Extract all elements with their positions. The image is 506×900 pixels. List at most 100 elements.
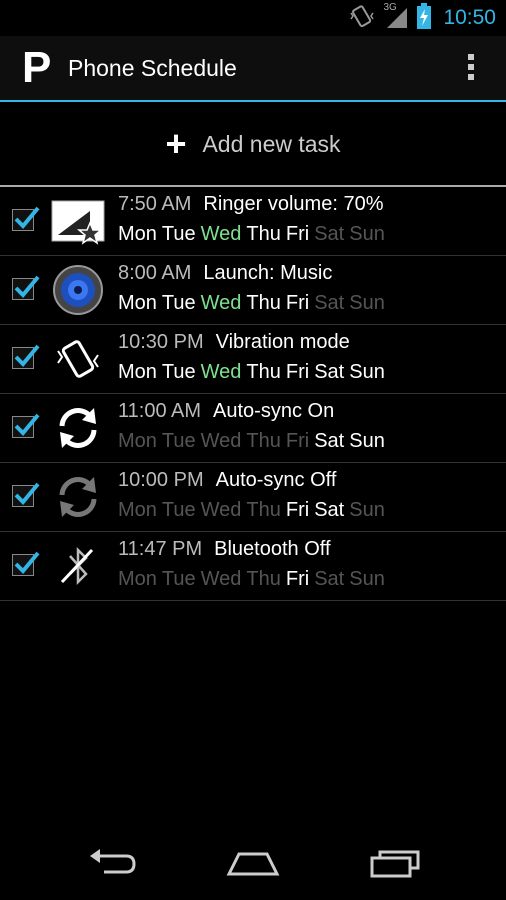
day-label: Sat — [314, 361, 345, 383]
day-label: Sat — [314, 223, 345, 245]
battery-icon — [417, 2, 432, 34]
day-label: Wed — [200, 223, 242, 245]
sync-off-icon — [50, 471, 106, 523]
task-time: 10:30 PM — [118, 331, 204, 353]
navigation-bar — [0, 830, 506, 900]
day-label: Tue — [161, 292, 196, 314]
day-label: Tue — [161, 499, 196, 521]
task-summary: 10:00 PM Auto-sync Off — [118, 469, 336, 492]
plus-icon: + — [165, 123, 187, 164]
task-days: Mon Tue Wed Thu Fri Sat Sun — [118, 568, 390, 591]
day-label: Fri — [285, 292, 310, 314]
recent-apps-icon[interactable] — [368, 848, 422, 883]
task-time: 8:00 AM — [118, 262, 192, 284]
day-label: Sat — [314, 568, 345, 590]
day-label: Wed — [200, 568, 242, 590]
task-row[interactable]: 10:00 PM Auto-sync Off Mon Tue Wed Thu Fri Sat S… — [0, 463, 506, 532]
day-label: Thu — [246, 568, 281, 590]
task-title: Bluetooth Off — [214, 538, 331, 560]
sync-on-icon — [50, 402, 106, 454]
day-label: Sun — [349, 223, 385, 245]
task-summary: 7:50 AM Ringer volume: 70% — [118, 193, 383, 216]
task-title: Auto-sync Off — [215, 469, 337, 491]
day-label: Fri — [285, 430, 310, 452]
day-label: Wed — [200, 499, 242, 521]
app-logo[interactable]: P — [22, 42, 51, 94]
task-title: Auto-sync On — [213, 400, 335, 422]
task-time: 11:47 PM — [118, 538, 203, 560]
day-label: Fri — [285, 361, 310, 383]
task-enabled-checkbox[interactable] — [12, 206, 40, 231]
vibrate-status-icon — [349, 4, 375, 33]
day-label: Tue — [161, 223, 196, 245]
app-title: Phone Schedule — [68, 55, 237, 81]
network-type: 3G — [383, 1, 397, 13]
task-days: Mon Tue Wed Thu Fri Sat Sun — [118, 361, 390, 384]
day-label: Thu — [246, 223, 281, 245]
task-row[interactable]: 7:50 AM Ringer volume: 70% Mon Tue Wed Thu Fri… — [0, 187, 506, 256]
day-label: Sun — [349, 568, 385, 590]
task-days: Mon Tue Wed Thu Fri Sat Sun — [118, 499, 390, 522]
task-time: 7:50 AM — [118, 193, 192, 215]
task-time: 11:00 AM — [118, 400, 202, 422]
add-task-button[interactable]: + Add new task — [0, 102, 506, 186]
task-time: 10:00 PM — [118, 469, 204, 491]
task-title: Ringer volume: 70% — [203, 193, 384, 215]
day-label: Thu — [246, 430, 281, 452]
task-row[interactable]: 11:47 PM Bluetooth Off Mon Tue Wed Thu Fri Sat S… — [0, 532, 506, 601]
day-label: Sun — [349, 292, 385, 314]
task-row[interactable]: 10:30 PM Vibration mode Mon Tue Wed Thu Fri Sat… — [0, 325, 506, 394]
day-label: Sun — [349, 499, 385, 521]
task-days: Mon Tue Wed Thu Fri Sat Sun — [118, 292, 390, 315]
task-summary: 8:00 AM Launch: Music — [118, 262, 332, 285]
day-label: Sat — [314, 292, 345, 314]
day-label: Fri — [285, 223, 310, 245]
day-label: Tue — [161, 568, 196, 590]
action-bar: P Phone Schedule — [0, 36, 506, 100]
task-summary: 11:00 AM Auto-sync On — [118, 400, 334, 423]
task-days: Mon Tue Wed Thu Fri Sat Sun — [118, 430, 390, 453]
day-label: Sat — [314, 499, 345, 521]
day-label: Fri — [285, 499, 310, 521]
task-enabled-checkbox[interactable] — [12, 413, 40, 438]
day-label: Mon — [118, 499, 157, 521]
status-bar: 3G 10:50 — [0, 0, 506, 36]
task-list: 7:50 AM Ringer volume: 70% Mon Tue Wed Thu Fri… — [0, 187, 506, 601]
day-label: Wed — [200, 361, 242, 383]
overflow-menu-icon[interactable] — [466, 54, 476, 84]
day-label: Mon — [118, 430, 157, 452]
day-label: Tue — [161, 361, 196, 383]
task-row[interactable]: 11:00 AM Auto-sync On Mon Tue Wed Thu Fri Sat Su… — [0, 394, 506, 463]
day-label: Mon — [118, 361, 157, 383]
back-icon[interactable] — [86, 848, 138, 883]
task-title: Launch: Music — [203, 262, 333, 284]
day-label: Thu — [246, 361, 281, 383]
clock: 10:50 — [443, 6, 496, 29]
signal-icon: 3G — [383, 1, 409, 33]
day-label: Tue — [161, 430, 196, 452]
status-icons: 3G 10:50 — [349, 0, 496, 36]
day-label: Wed — [200, 430, 242, 452]
day-label: Wed — [200, 292, 242, 314]
task-summary: 10:30 PM Vibration mode — [118, 331, 350, 354]
add-task-label: Add new task — [202, 130, 341, 157]
day-label: Sun — [349, 430, 385, 452]
day-label: Thu — [246, 292, 281, 314]
task-enabled-checkbox[interactable] — [12, 275, 40, 300]
task-enabled-checkbox[interactable] — [12, 482, 40, 507]
day-label: Mon — [118, 568, 157, 590]
task-enabled-checkbox[interactable] — [12, 551, 40, 576]
task-summary: 11:47 PM Bluetooth Off — [118, 538, 331, 561]
ringer-volume-icon — [50, 195, 106, 247]
day-label: Sun — [349, 361, 385, 383]
day-label: Sat — [314, 430, 345, 452]
bluetooth-off-icon — [50, 540, 106, 592]
task-title: Vibration mode — [215, 331, 350, 353]
vibration-icon — [50, 333, 106, 385]
task-row[interactable]: 8:00 AM Launch: Music Mon Tue Wed Thu Fri Sat Su… — [0, 256, 506, 325]
task-enabled-checkbox[interactable] — [12, 344, 40, 369]
day-label: Mon — [118, 223, 157, 245]
home-icon[interactable] — [226, 848, 280, 883]
day-label: Thu — [246, 499, 281, 521]
day-label: Fri — [285, 568, 310, 590]
